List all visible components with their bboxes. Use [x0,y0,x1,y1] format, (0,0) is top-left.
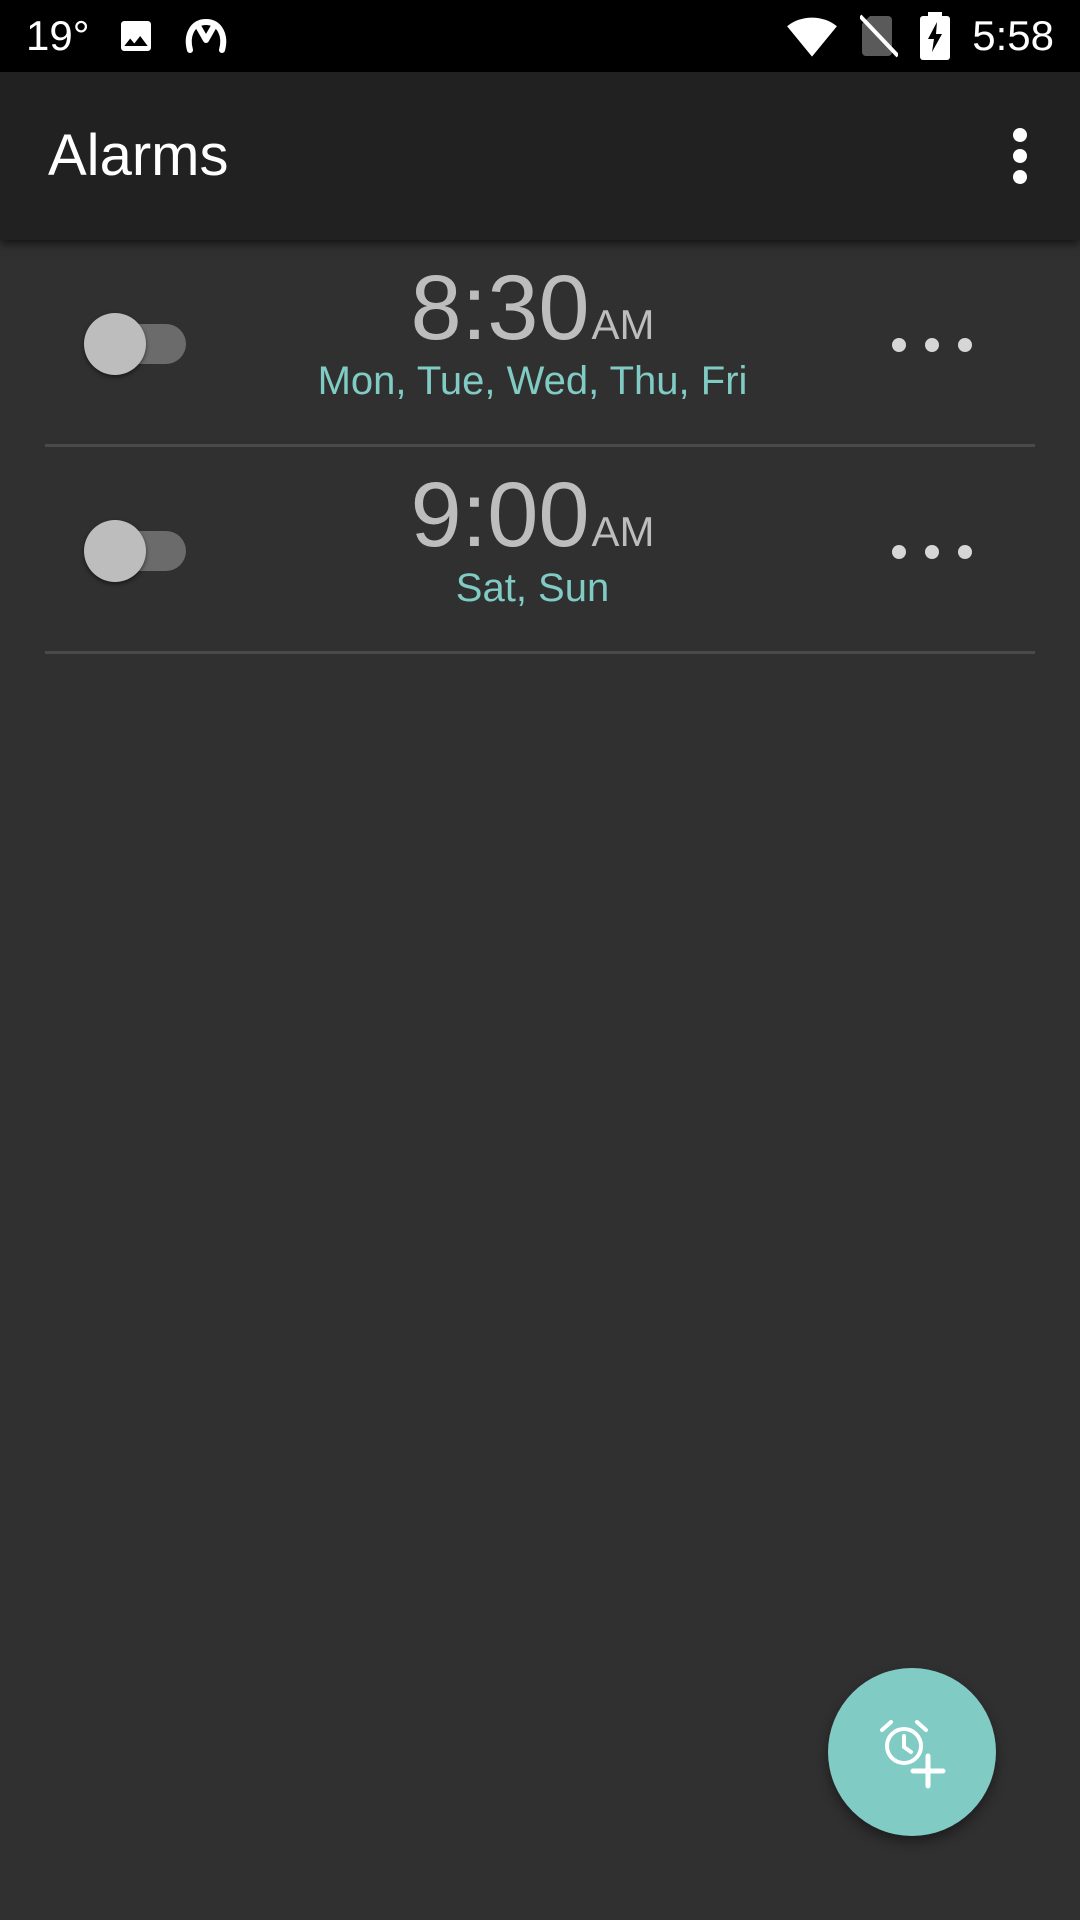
alarm-row[interactable]: 8:30 AM Mon, Tue, Wed, Thu, Fri [0,240,1080,447]
wifi-icon [786,14,838,58]
status-time: 5:58 [972,12,1054,59]
alarm-info[interactable]: 9:00 AM Sat, Sun [230,465,835,613]
alarm-time: 9:00 AM [410,465,654,565]
image-icon [116,16,156,56]
alarm-time-digits: 8:30 [410,257,590,359]
alarm-row[interactable]: 9:00 AM Sat, Sun [0,447,1080,654]
alarm-days: Sat, Sun [455,566,610,610]
alarm-list: 8:30 AM Mon, Tue, Wed, Thu, Fri 9:00 AM … [0,240,1080,654]
alarm-toggle[interactable] [84,519,188,583]
battery-charging-icon [920,12,951,60]
alarm-time-digits: 9:00 [410,464,590,566]
add-alarm-button[interactable] [828,1668,996,1836]
more-horiz-icon [892,545,972,559]
alarm-toggle[interactable] [84,312,188,376]
status-right: 5:58 [786,0,1054,72]
toggle-thumb [84,313,146,375]
alarm-time: 8:30 AM [410,258,654,358]
alarm-days: Mon, Tue, Wed, Thu, Fri [317,359,748,403]
status-temperature: 19° [26,12,90,59]
more-horiz-icon [892,338,972,352]
more-vert-icon [1013,128,1027,184]
app-bar: Alarms [0,72,1080,240]
alarm-more-button[interactable] [880,310,984,380]
alarm-time-ampm: AM [591,301,655,348]
alarm-info[interactable]: 8:30 AM Mon, Tue, Wed, Thu, Fri [230,258,835,406]
toggle-thumb [84,520,146,582]
divider [45,651,1035,654]
notification-app-icon [182,14,230,58]
add-alarm-icon [880,1720,946,1789]
overflow-menu-button[interactable] [978,114,1062,198]
status-bar: 19° 5:58 [0,0,1080,72]
no-sim-icon [860,14,899,58]
alarm-time-ampm: AM [591,508,655,555]
alarm-more-button[interactable] [880,517,984,587]
page-title: Alarms [48,123,229,188]
status-left: 19° [26,0,230,72]
